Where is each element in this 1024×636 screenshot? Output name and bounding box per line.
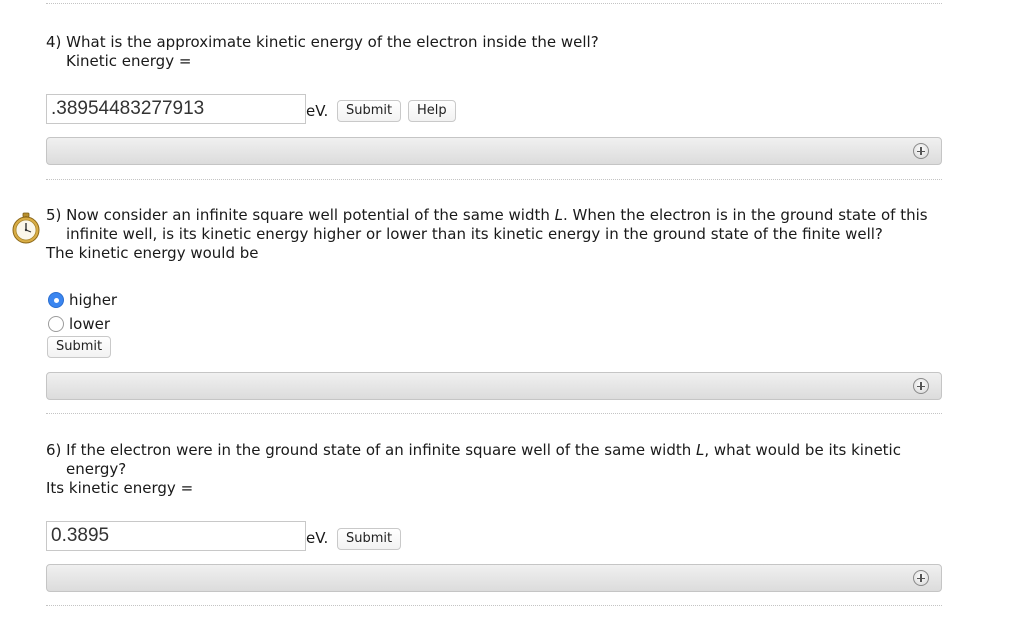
submit-button[interactable]: Submit xyxy=(337,100,402,122)
option-label: lower xyxy=(69,315,111,333)
hint-panel[interactable] xyxy=(46,564,942,592)
kinetic-energy-input[interactable] xyxy=(46,521,306,551)
help-button[interactable]: Help xyxy=(408,100,456,122)
question-5-text: 5) Now consider an infinite square well … xyxy=(46,206,928,225)
question-4-prompt: Kinetic energy = xyxy=(66,52,192,70)
question-5-line1-start: 5) Now consider an infinite square well … xyxy=(46,206,555,224)
unit-label: eV. xyxy=(306,529,329,547)
submit-button[interactable]: Submit xyxy=(337,528,402,550)
question-5-line1-end: . When the electron is in the ground sta… xyxy=(563,206,928,224)
question-6-line1-start: 6) If the electron were in the ground st… xyxy=(46,441,697,459)
plus-circle-icon[interactable] xyxy=(913,143,929,159)
option-label: higher xyxy=(69,291,118,309)
divider xyxy=(46,413,942,414)
divider xyxy=(46,179,942,180)
kinetic-energy-input[interactable] xyxy=(46,94,306,124)
question-6-prompt: Its kinetic energy = xyxy=(46,479,194,497)
submit-button[interactable]: Submit xyxy=(47,336,112,358)
question-5-prompt: The kinetic energy would be xyxy=(46,244,259,262)
hint-panel[interactable] xyxy=(46,372,942,400)
plus-circle-icon[interactable] xyxy=(913,378,929,394)
radio-selected-icon[interactable] xyxy=(48,292,64,308)
stopwatch-icon xyxy=(12,212,40,244)
question-6-line1-end: , what would be its kinetic xyxy=(704,441,901,459)
question-5-continuation: infinite well, is its kinetic energy hig… xyxy=(66,225,883,243)
plus-circle-icon[interactable] xyxy=(913,570,929,586)
hint-panel[interactable] xyxy=(46,137,942,165)
divider xyxy=(46,605,942,606)
width-variable: L xyxy=(554,206,563,224)
divider xyxy=(46,3,942,4)
radio-unselected-icon[interactable] xyxy=(48,316,64,332)
question-4-text: 4) What is the approximate kinetic energ… xyxy=(46,33,599,51)
question-6-continuation: energy? xyxy=(66,460,127,478)
unit-label: eV. xyxy=(306,102,329,120)
question-6-text: 6) If the electron were in the ground st… xyxy=(46,441,901,460)
